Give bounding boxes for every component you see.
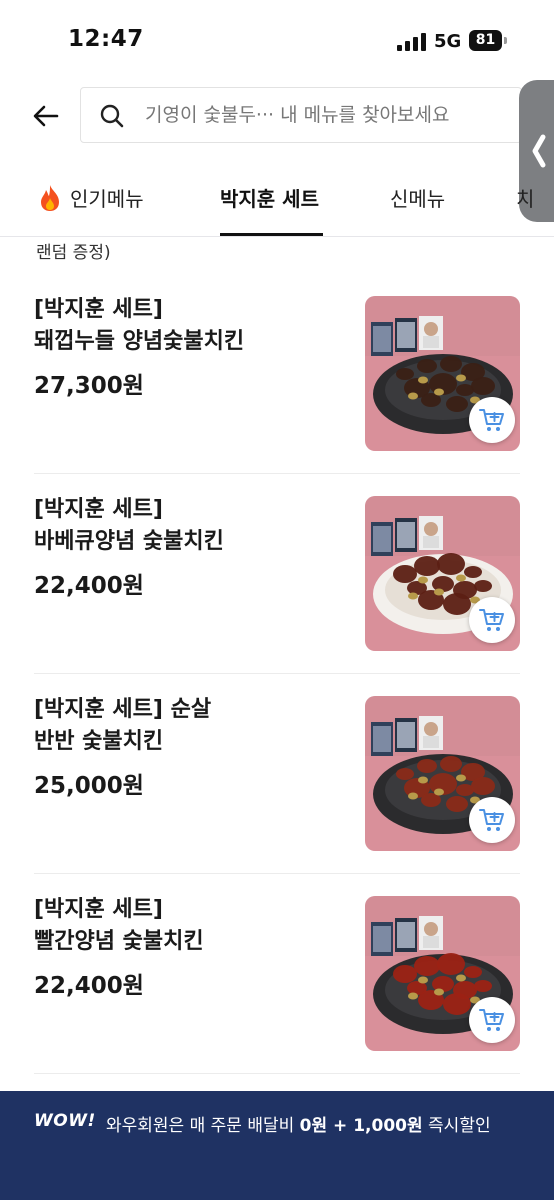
wow-logo: WOW! [34, 1111, 96, 1131]
tab-new-menu[interactable]: 신메뉴 [390, 183, 445, 212]
banner-text-plus: + [327, 1116, 354, 1136]
add-cart-icon [479, 409, 504, 431]
search-input[interactable] [145, 88, 505, 142]
banner-text-zero: 0원 [299, 1116, 328, 1136]
truncated-description: 랜덤 증정) [36, 243, 111, 263]
search-icon [100, 104, 124, 128]
menu-item-price: 25,000원 [34, 773, 144, 799]
active-tab-indicator [220, 233, 323, 236]
arrow-left-icon [33, 105, 59, 127]
tab-park-jihoon-set[interactable]: 박지훈 세트 [220, 183, 319, 212]
photocards [371, 516, 443, 556]
add-to-cart-button[interactable] [469, 797, 515, 843]
banner-text-discount: 1,000원 [353, 1116, 423, 1136]
add-cart-icon [479, 809, 504, 831]
signal-icon [397, 33, 427, 51]
wow-membership-banner[interactable]: WOW! 와우회원은 매 주문 배달비 0원 + 1,000원 즉시할인 [0, 1091, 554, 1200]
tab-label: 박지훈 세트 [220, 187, 319, 211]
menu-item-name: [박지훈 세트] 빨간양념 숯불치킨 [34, 897, 204, 954]
banner-text-suffix: 즉시할인 [422, 1116, 491, 1136]
menu-item-name: [박지훈 세트] 바베큐양념 숯불치킨 [34, 497, 224, 554]
add-to-cart-button[interactable] [469, 397, 515, 443]
menu-list: [박지훈 세트] 돼껍누들 양념숯불치킨 27,300원 [박지훈 세트] 바베… [0, 274, 554, 1074]
photocards [371, 916, 443, 956]
menu-item-price: 22,400원 [34, 973, 144, 999]
photocards [371, 316, 443, 356]
menu-item-name: [박지훈 세트] 돼껍누들 양념숯불치킨 [34, 297, 245, 354]
tab-label: 신메뉴 [390, 187, 446, 211]
menu-item[interactable]: [박지훈 세트] 바베큐양념 숯불치킨 22,400원 [34, 474, 520, 674]
status-bar: 12:47 5G 81 [0, 0, 554, 80]
tab-label: 인기메뉴 [70, 187, 144, 211]
tab-popular[interactable]: 인기메뉴 [38, 183, 144, 212]
menu-item[interactable]: [박지훈 세트] 순살 반반 숯불치킨 25,000원 [34, 674, 520, 874]
add-to-cart-button[interactable] [469, 997, 515, 1043]
add-cart-icon [479, 609, 504, 631]
network-type: 5G [434, 31, 462, 52]
search-bar[interactable] [80, 87, 522, 143]
menu-item[interactable]: [박지훈 세트] 빨간양념 숯불치킨 22,400원 [34, 874, 520, 1074]
add-to-cart-button[interactable] [469, 597, 515, 643]
menu-item-price: 27,300원 [34, 373, 144, 399]
menu-item[interactable]: [박지훈 세트] 돼껍누들 양념숯불치킨 27,300원 [34, 274, 520, 474]
battery-icon: 81 [469, 30, 507, 51]
back-button[interactable] [28, 96, 64, 136]
menu-item-name: [박지훈 세트] 순살 반반 숯불치킨 [34, 697, 212, 754]
tab-partial[interactable]: 치 [516, 183, 534, 212]
add-cart-icon [479, 1009, 504, 1031]
photocards [371, 716, 443, 756]
status-time: 12:47 [68, 26, 144, 52]
wow-banner-text: 와우회원은 매 주문 배달비 0원 + 1,000원 즉시할인 [106, 1111, 491, 1136]
tab-label: 치 [516, 187, 535, 211]
menu-item-price: 22,400원 [34, 573, 144, 599]
banner-text-prefix: 와우회원은 매 주문 배달비 [106, 1116, 300, 1136]
category-tabs: 인기메뉴 박지훈 세트 신메뉴 치 [0, 165, 554, 237]
fire-icon [41, 184, 59, 211]
